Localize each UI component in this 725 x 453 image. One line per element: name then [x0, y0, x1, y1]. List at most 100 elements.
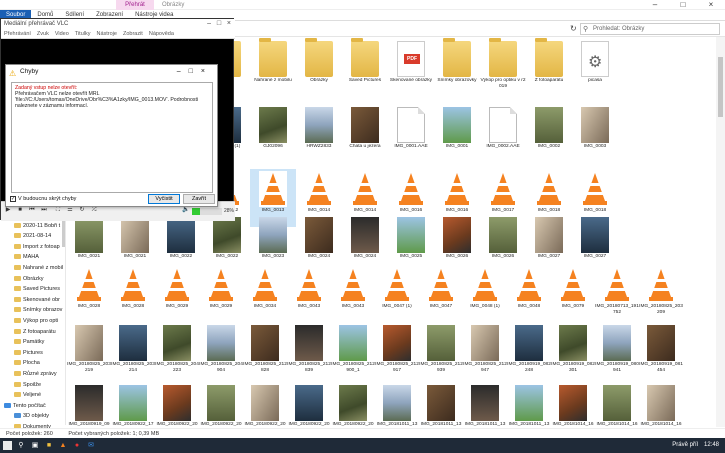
vlc-menu-item[interactable]: Nástroje	[96, 31, 116, 37]
vlc-menu-item[interactable]: Titulky	[75, 31, 91, 37]
vlc-menu-item[interactable]: Nápověda	[149, 31, 174, 37]
file-tile[interactable]: Obrázky	[296, 38, 342, 97]
nav-item[interactable]: Import z fotoap	[0, 242, 65, 253]
file-tile[interactable]: IMG_20180825_212828	[242, 323, 287, 381]
search-icon[interactable]: ⚲	[14, 438, 28, 453]
file-tile[interactable]: IMG_0028	[110, 265, 154, 323]
file-tile[interactable]: IMG_20181014_16	[638, 383, 682, 427]
context-tab-play[interactable]: Přehrát	[116, 0, 154, 10]
nav-item[interactable]: Nahrané z mobil	[0, 263, 65, 274]
file-tile[interactable]: Z fotoaparátu	[526, 38, 572, 97]
nav-item[interactable]: Saved Pictures	[0, 284, 65, 295]
file-tile[interactable]: PDF Skenované obrázky	[388, 39, 434, 97]
minimize-icon[interactable]: –	[641, 0, 669, 10]
file-tile[interactable]: IMG_20180825_212939	[418, 323, 463, 381]
file-tile[interactable]: IMG_0001.AAE	[388, 105, 434, 163]
file-tile[interactable]: IMG_20180919_082301	[550, 323, 595, 381]
vertical-scrollbar[interactable]	[716, 37, 725, 427]
file-tile[interactable]: IMG_0048	[506, 265, 550, 323]
volume-slider[interactable]	[192, 208, 222, 215]
file-tile[interactable]: IMG_0002.AAE	[480, 105, 526, 163]
clock[interactable]: 12:48	[704, 438, 719, 453]
nav-item[interactable]: Tento počítač	[0, 401, 65, 412]
file-tile[interactable]: IMG_0003	[572, 105, 618, 163]
vlc-menu-item[interactable]: Video	[55, 31, 69, 37]
file-tile[interactable]: IMG_20181014_16	[550, 383, 594, 427]
playlist-icon[interactable]: ☰	[65, 206, 75, 215]
vlc-menu-item[interactable]: Zvuk	[37, 31, 49, 37]
scroll-thumb[interactable]	[718, 57, 723, 117]
shuffle-icon[interactable]: ⤮	[89, 206, 99, 215]
file-tile[interactable]: HRWZ2833	[296, 105, 342, 163]
close-button[interactable]: Zavřít	[183, 194, 215, 204]
file-tile[interactable]: IMG_20180922_20	[154, 383, 198, 427]
stop-icon[interactable]: ■	[15, 206, 25, 215]
clear-button[interactable]: Vyčistit	[148, 194, 180, 204]
file-tile[interactable]: Snímky obrazovky	[434, 38, 480, 97]
file-tile[interactable]: Výkop pro optiku v r2019	[480, 38, 526, 97]
nav-item[interactable]: Spoilže	[0, 380, 65, 391]
file-tile[interactable]: IMG_0079	[550, 265, 594, 323]
file-tile[interactable]: IMG_0028	[66, 265, 110, 323]
nav-item[interactable]: Veljené	[0, 390, 65, 401]
speaker-icon[interactable]: 🔈	[181, 206, 191, 215]
loop-icon[interactable]: ↻	[77, 206, 87, 215]
file-tile[interactable]: IMG_20180825_204904	[198, 323, 243, 381]
file-tile[interactable]: IMG_0048 (1)	[462, 265, 506, 323]
nav-item[interactable]: 2020-11 Bobři t	[0, 221, 65, 232]
file-tile[interactable]: IMG_0029	[198, 265, 242, 323]
nav-item[interactable]: Různé zprávy	[0, 369, 65, 380]
file-tile[interactable]: IMG_20180825_203219	[66, 323, 111, 381]
file-tile[interactable]: IMG_0043	[286, 265, 330, 323]
next-icon[interactable]: ⏭	[39, 206, 49, 215]
search-input[interactable]: ⚲ Prohledat: Obrázky	[580, 23, 720, 35]
file-tile[interactable]: IMG_20180919_081454	[638, 323, 683, 381]
file-explorer-icon[interactable]: ■	[42, 438, 56, 453]
play-icon[interactable]: ▶	[3, 206, 13, 215]
file-tile[interactable]: IMG_20181011_13	[462, 383, 506, 427]
fullscreen-icon[interactable]: ⛶	[53, 206, 63, 215]
file-tile[interactable]: IMG_20180825_212917	[374, 323, 419, 381]
file-tile[interactable]: IMG_0047 (1)	[374, 265, 418, 323]
file-tile[interactable]: IMG_0002	[526, 105, 572, 163]
file-tile[interactable]: IMG_20180825_203214	[110, 323, 155, 381]
file-tile[interactable]: IMG_20180922_20	[242, 383, 286, 427]
vlc-menu-item[interactable]: Zobrazit	[123, 31, 143, 37]
previous-icon[interactable]: ⏮	[27, 206, 37, 215]
nav-item[interactable]: Obrázky	[0, 274, 65, 285]
hide-errors-checkbox[interactable]: ✓ V budoucnu skrýt chyby	[10, 195, 76, 204]
file-tile[interactable]: IMG_0029	[154, 265, 198, 323]
file-tile[interactable]: IMG_0001	[434, 105, 480, 163]
nav-item[interactable]: 3D objekty	[0, 411, 65, 422]
file-tile[interactable]: IMG_20180919_09	[66, 383, 110, 427]
vlc-icon[interactable]: ▲	[56, 438, 70, 453]
file-tile[interactable]: IMG_0047	[418, 265, 462, 323]
file-tile[interactable]: IMG_20180919_082248	[506, 323, 551, 381]
file-tile[interactable]: ⚙ picasa	[572, 39, 618, 97]
nav-item[interactable]: Pictures	[0, 348, 65, 359]
nav-item[interactable]: Plocha	[0, 358, 65, 369]
file-tile[interactable]: IMG_20181011_13	[374, 383, 418, 427]
nav-item[interactable]: MAHA	[0, 252, 65, 263]
close-icon[interactable]: ×	[697, 0, 725, 10]
mail-icon[interactable]: ✉	[84, 438, 98, 453]
file-tile[interactable]: IMG_20181014_16	[594, 383, 638, 427]
nav-item[interactable]: Snímky obrazov	[0, 305, 65, 316]
file-tile[interactable]: IMG_20180825_212947	[462, 323, 507, 381]
file-tile[interactable]: Nahrané z mobilu	[250, 38, 296, 97]
file-tile[interactable]: IMG_0043	[330, 265, 374, 323]
file-tile[interactable]: IMG_20180922_20	[330, 383, 374, 427]
browser-icon[interactable]: ●	[70, 438, 84, 453]
nav-item[interactable]: Výkop pro opti	[0, 316, 65, 327]
language-indicator[interactable]: Právě příl	[672, 438, 698, 453]
checkbox-icon[interactable]: ✓	[10, 195, 16, 202]
file-tile[interactable]: GJ02096	[250, 105, 296, 163]
file-tile[interactable]: Saved Pictures	[342, 38, 388, 97]
file-tile[interactable]: IMG_20181011_13	[506, 383, 550, 427]
file-tile[interactable]: IMG_20181011_13	[418, 383, 462, 427]
file-tile[interactable]: IMG_20180922_17	[110, 383, 154, 427]
nav-item[interactable]: 2021-08-14	[0, 231, 65, 242]
refresh-icon[interactable]: ↻	[570, 24, 577, 33]
nav-item[interactable]: Z fotoaparátu	[0, 327, 65, 338]
file-tile[interactable]: IMG_20180922_20	[286, 383, 330, 427]
